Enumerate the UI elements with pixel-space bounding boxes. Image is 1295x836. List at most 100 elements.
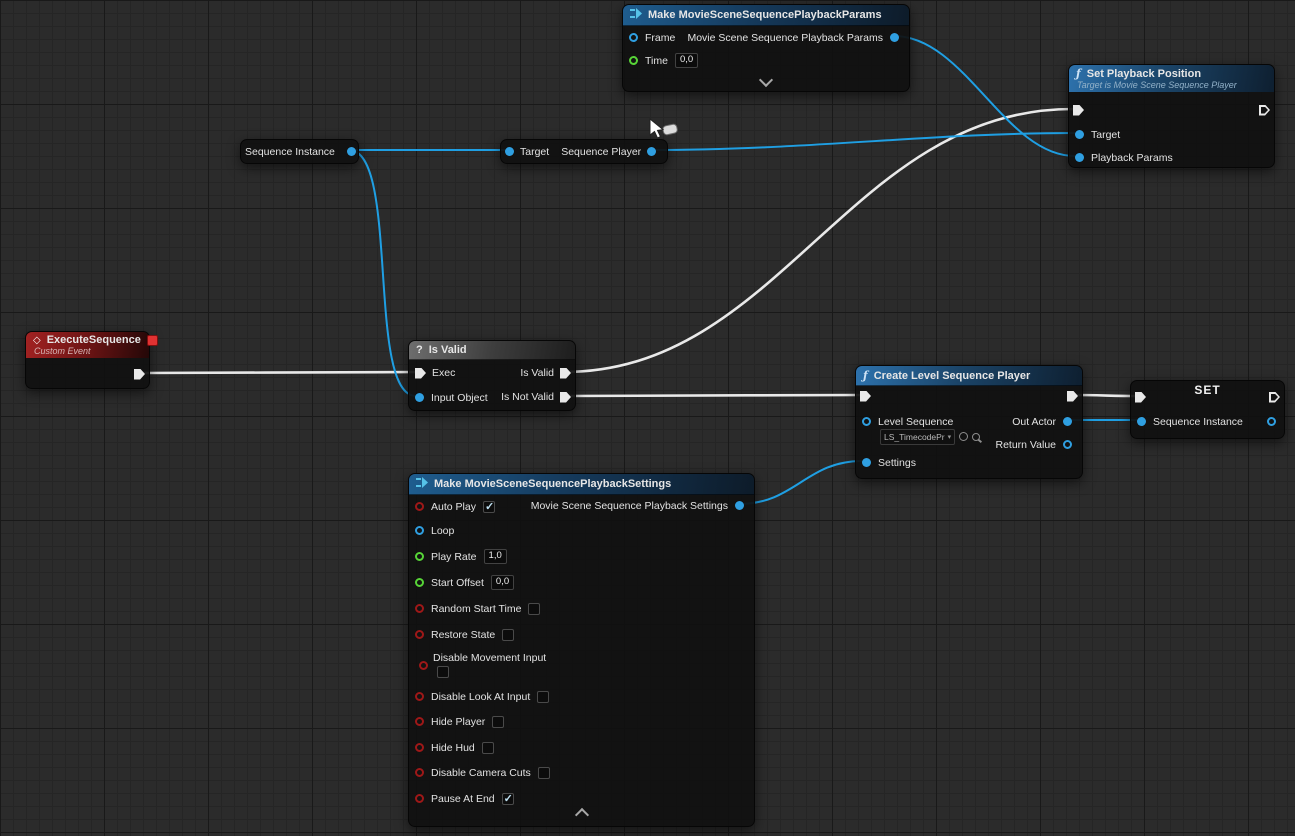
node-header: Make MovieSceneSequencePlaybackSettings [409,474,754,495]
return-value-pin[interactable] [1063,440,1072,449]
float-pin[interactable] [415,552,424,561]
settings-out-pin[interactable] [735,501,744,510]
node-create-level-sequence-player[interactable]: ƒ Create Level Sequence Player Level Seq… [855,365,1083,479]
pin-row-playback-params: Playback Params [1069,151,1173,164]
level-sequence-pin[interactable] [862,417,871,426]
is-not-valid-exec-out-pin[interactable] [560,392,571,403]
exec-out-pin[interactable] [134,369,145,380]
out-actor-pin[interactable] [1063,417,1072,426]
exec-in-row [1069,104,1084,116]
blueprint-graph-canvas[interactable]: Make MovieSceneSequencePlaybackParams Fr… [0,0,1295,836]
float-pin[interactable] [415,578,424,587]
bool-pin[interactable] [415,717,424,726]
exec-in-pin[interactable] [1135,392,1146,403]
pin-label: Hide Player [431,716,485,728]
node-title: ExecuteSequence [47,334,141,346]
bool-pin[interactable] [415,794,424,803]
is-valid-exec-out-pin[interactable] [560,368,571,379]
play-rate-input[interactable]: 1,0 [484,549,507,564]
wire-params-to-playbackparams[interactable] [894,36,1075,156]
bool-pin[interactable] [415,630,424,639]
bool-pin[interactable] [415,604,424,613]
frame-pin[interactable] [629,33,638,42]
node-make-playback-settings[interactable]: Make MovieSceneSequencePlaybackSettings … [408,473,755,827]
bool-pin[interactable] [415,502,424,511]
node-make-playback-params[interactable]: Make MovieSceneSequencePlaybackParams Fr… [622,4,910,92]
exec-out-pin[interactable] [1269,392,1280,403]
target-in-pin[interactable] [505,147,514,156]
bool-pin[interactable] [415,768,424,777]
playback-params-pin[interactable] [1075,153,1084,162]
wire-exec-executesequence-to-isvalid[interactable] [139,372,419,373]
node-get-sequence-player[interactable]: Target Sequence Player [500,139,668,164]
playback-params-out-pin[interactable] [890,33,899,42]
node-set-variable[interactable]: SET Sequence Instance [1130,380,1285,439]
settings-pin[interactable] [862,458,871,467]
pin-label: Is Not Valid [501,391,554,403]
auto-play-checkbox[interactable] [483,501,495,513]
sequence-instance-out-pin[interactable] [347,147,356,156]
bool-pin[interactable] [415,743,424,752]
disable-movement-input-checkbox[interactable] [437,666,449,678]
node-is-valid[interactable]: ? Is Valid Exec Is Valid Input Object Is… [408,340,576,411]
node-execute-sequence-event[interactable]: ◇ ExecuteSequence Custom Event [25,331,150,389]
exec-out-row [134,368,149,380]
wire-settings-to-createplayer[interactable] [739,461,862,504]
pin-row-restore-state: Restore State [409,628,514,641]
node-title: Create Level Sequence Player [874,370,1031,382]
hide-hud-checkbox[interactable] [482,742,494,754]
exec-in-pin[interactable] [1073,105,1084,116]
pin-label: Return Value [995,439,1056,451]
exec-out-pin[interactable] [1259,105,1270,116]
use-selected-asset-icon[interactable] [959,432,968,441]
asset-picker-dropdown[interactable]: LS_TimecodePr ▾ [880,429,955,445]
pin-row-time: Time 0,0 [623,54,698,67]
pin-label: Playback Params [1091,152,1173,164]
time-value-input[interactable]: 0,0 [675,53,698,68]
wire-sequenceinstance-to-inputobject[interactable] [349,150,416,396]
pin-row-hide-hud: Hide Hud [409,741,494,754]
node-set-playback-position[interactable]: ƒ Set Playback Position Target is Movie … [1068,64,1275,168]
bool-pin[interactable] [415,692,424,701]
input-object-pin[interactable] [415,393,424,402]
variable-row: Sequence Instance [241,145,358,158]
collapse-chevron-icon[interactable] [759,73,773,87]
variable-out-pin[interactable] [1267,417,1276,426]
time-pin[interactable] [629,56,638,65]
browse-asset-icon[interactable] [972,433,980,441]
node-title: Set Playback Position [1087,68,1201,80]
hide-player-checkbox[interactable] [492,716,504,728]
pin-row-is-valid: Is Valid [520,367,575,379]
target-pin[interactable] [1075,130,1084,139]
random-start-time-checkbox[interactable] [528,603,540,615]
pin-label: Level Sequence [878,416,953,428]
exec-in-pin[interactable] [860,391,871,402]
pin-label: Disable Movement Input [433,652,546,664]
pin-label: Hide Hud [431,742,475,754]
function-icon: ƒ [863,369,868,382]
exec-in-pin[interactable] [415,368,426,379]
pin-row-auto-play: Auto Play [409,500,495,513]
node-title: Is Valid [429,344,467,356]
struct-pin[interactable] [415,526,424,535]
pin-row-pause-at-end: Pause At End [409,792,514,805]
node-get-sequence-instance[interactable]: Sequence Instance [240,139,359,164]
start-offset-input[interactable]: 0,0 [491,575,514,590]
wire-sequenceplayer-to-target[interactable] [650,133,1075,150]
asset-picker-value: LS_TimecodePr [884,432,945,442]
restore-state-checkbox[interactable] [502,629,514,641]
disable-look-at-input-checkbox[interactable] [537,691,549,703]
pin-label: Sequence Instance [1153,416,1243,428]
bool-pin[interactable] [419,661,428,670]
function-icon: ƒ [1076,67,1081,80]
expand-chevron-icon[interactable] [574,808,588,822]
pause-at-end-checkbox[interactable] [502,793,514,805]
pin-label: Random Start Time [431,603,521,615]
question-icon: ? [416,344,423,356]
exec-out-pin[interactable] [1067,391,1078,402]
pin-label: Movie Scene Sequence Playback Params [687,32,883,44]
disable-camera-cuts-checkbox[interactable] [538,767,550,779]
sequence-instance-in-pin[interactable] [1137,417,1146,426]
wire-exec-isnotvalid-to-createplayer[interactable] [564,395,864,396]
pin-label: Disable Camera Cuts [431,767,531,779]
